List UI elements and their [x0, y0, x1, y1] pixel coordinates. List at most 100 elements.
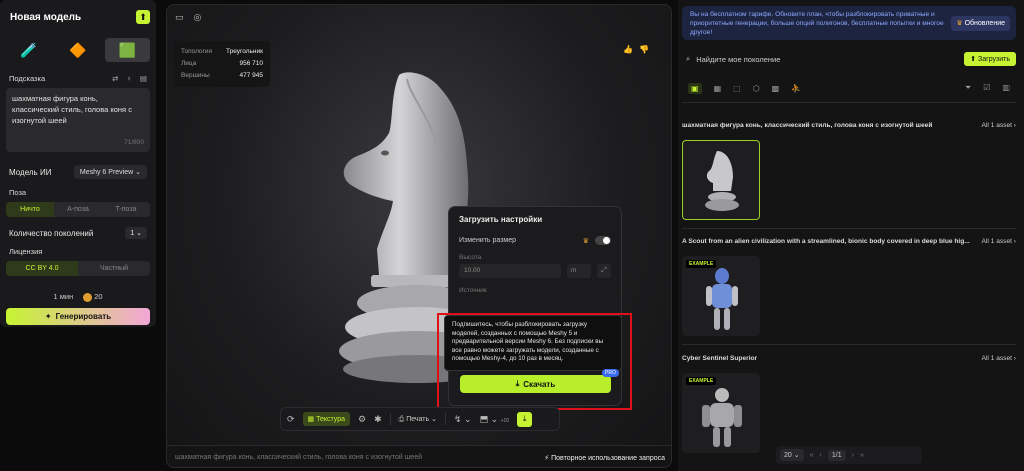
- highlight-box: [437, 313, 632, 410]
- shuffle-icon[interactable]: ⇄: [112, 74, 118, 83]
- grid-icon[interactable]: ▦: [714, 84, 722, 93]
- viewport[interactable]: ▭ ◎ Топология Треугольник Лица 956 710 Вер…: [166, 4, 672, 468]
- license-cc[interactable]: CC BY 4.0: [6, 261, 78, 276]
- rig-icon[interactable]: ✱: [374, 414, 382, 425]
- folder-icon[interactable]: ▣: [688, 82, 702, 94]
- resize-label: Изменить размер: [459, 237, 517, 244]
- export-icon[interactable]: ⬒ ⌄ +10: [480, 414, 510, 425]
- expand-icon[interactable]: ⤢: [597, 264, 611, 278]
- pose-segmented: Ничто A-поза T-поза: [6, 202, 150, 217]
- upload-icon: ⬆: [970, 56, 977, 63]
- book-icon[interactable]: ▤: [140, 74, 147, 83]
- upgrade-label: Обновление: [964, 20, 1005, 27]
- asset-thumbnail[interactable]: EXAMPLE: [682, 256, 760, 336]
- pose-label: Поза: [9, 187, 27, 197]
- model-select[interactable]: Meshy 6 Preview ⌄: [73, 165, 147, 179]
- bolt-icon: ⚡: [544, 454, 550, 462]
- globe-icon[interactable]: ◎: [194, 12, 202, 23]
- remesh-icon[interactable]: ↯ ⌄: [454, 414, 472, 425]
- banner-text: Вы на бесплатном тарифе. Обновите план, …: [690, 11, 944, 36]
- count-select[interactable]: 1 ⌄: [125, 227, 147, 239]
- app-root: Новая модель ⬆ 🧪 🔶 🟩 Подсказка ⇄ ♀ ▤ шахма…: [0, 0, 1024, 471]
- stat-key: Топология: [181, 48, 213, 55]
- select-icon[interactable]: ☑: [983, 83, 990, 93]
- thumbs-up-icon[interactable]: 👍: [623, 45, 639, 54]
- print-button[interactable]: ⎙ Печать ⌄: [399, 415, 437, 424]
- separator: [389, 413, 391, 425]
- pose-t[interactable]: T-поза: [102, 202, 150, 217]
- prev-page-icon[interactable]: ‹: [820, 452, 822, 459]
- prompt-label: Подсказка: [9, 73, 46, 83]
- mode-switcher: 🧪 🔶 🟩: [6, 38, 150, 62]
- bulb-icon[interactable]: ♀: [126, 74, 132, 83]
- credit-value: 20: [94, 292, 103, 301]
- reuse-label: Повторное использование запроса: [551, 454, 665, 462]
- filter-bar: ▣ ▦ ⬚ ⬡ ▩ ⛹ ⏷ ☑ ▥: [682, 80, 1016, 96]
- viewport-toolbar: ⟳ ▦ Текстура ⚙ ✱ ⎙ Печать ⌄ ↯ ⌄ ⬒ ⌄ +10 …: [280, 407, 560, 431]
- bottom-prompt: шахматная фигура конь, классический стил…: [175, 454, 422, 461]
- asset-count-label: All 1 asset: [981, 238, 1012, 245]
- upload-icon[interactable]: ⬆: [136, 10, 150, 24]
- pose-none[interactable]: Ничто: [6, 202, 54, 217]
- texture-icon[interactable]: ▩: [772, 84, 780, 93]
- shapes-icon: 🔶: [69, 41, 87, 58]
- pose-a[interactable]: A-поза: [54, 202, 102, 217]
- panel-title: Новая модель: [10, 11, 82, 23]
- search-placeholder: Найдите мое поколение: [696, 54, 781, 64]
- runner-icon[interactable]: ⛹: [791, 84, 801, 93]
- mode-text-to-3d[interactable]: 🧪: [6, 38, 51, 62]
- height-input[interactable]: 10.00: [459, 264, 561, 278]
- generate-button[interactable]: ✦ Генерировать: [6, 307, 150, 325]
- last-page-icon[interactable]: »: [860, 452, 864, 459]
- separator: [444, 413, 446, 425]
- unit-select[interactable]: m: [567, 264, 591, 278]
- generate-label: Генерировать: [55, 311, 112, 321]
- asset-thumbnail[interactable]: EXAMPLE: [682, 373, 760, 453]
- mode-multi[interactable]: 🟩: [104, 38, 150, 62]
- nodes-icon[interactable]: ⚙: [358, 414, 366, 425]
- search-input[interactable]: ⌕ Найдите мое поколение: [682, 54, 780, 64]
- generation-group: A Scout from an alien civilization with …: [682, 238, 1016, 345]
- resize-toggle[interactable]: [595, 236, 611, 245]
- per-page-select[interactable]: 20 ⌄: [780, 449, 804, 461]
- asset-thumbnail[interactable]: [682, 140, 760, 220]
- asset-count[interactable]: All 1 asset ›: [982, 122, 1016, 134]
- generation-title: Cyber Sentinel Superior: [682, 355, 758, 362]
- thumbs-down-icon[interactable]: 👎: [639, 45, 655, 54]
- prompt-text: шахматная фигура конь, классический стил…: [12, 94, 132, 125]
- layout-icon[interactable]: ▥: [1002, 83, 1010, 93]
- download-icon[interactable]: ⤓: [517, 411, 533, 427]
- stat-value: Треугольник: [226, 48, 263, 55]
- texture-button[interactable]: ▦ Текстура: [302, 412, 351, 426]
- stat-key: Вершины: [181, 72, 210, 79]
- generation-group: шахматная фигура конь, классический стил…: [682, 122, 1016, 229]
- refresh-icon[interactable]: ⟳: [287, 414, 295, 425]
- image-cube-icon[interactable]: ⬚: [733, 84, 741, 93]
- time-estimate: 1 мин: [53, 292, 74, 301]
- upload-button[interactable]: ⬆ Загрузить: [964, 52, 1016, 66]
- cube-outline-icon[interactable]: ⬡: [753, 84, 760, 93]
- asset-count[interactable]: All 1 asset ›: [982, 355, 1016, 367]
- asset-count[interactable]: All 1 asset ›: [982, 238, 1016, 250]
- mode-image-to-3d[interactable]: 🔶: [55, 38, 100, 62]
- reuse-prompt-button[interactable]: ⚡ Повторное использование запроса: [544, 454, 665, 462]
- prompt-input[interactable]: шахматная фигура конь, классический стил…: [6, 88, 150, 152]
- monitor-icon[interactable]: ▭: [175, 12, 184, 23]
- upgrade-button[interactable]: ♛ Обновление: [951, 16, 1010, 31]
- count-label: Количество поколений: [9, 228, 94, 238]
- upload-label: Загрузить: [978, 56, 1010, 63]
- model-label: Модель ИИ: [9, 167, 52, 177]
- next-page-icon[interactable]: ›: [852, 452, 854, 459]
- left-panel: Новая модель ⬆ 🧪 🔶 🟩 Подсказка ⇄ ♀ ▤ шахма…: [0, 0, 156, 327]
- license-private[interactable]: Частный: [78, 261, 150, 276]
- first-page-icon[interactable]: «: [810, 452, 814, 459]
- flask-icon: 🧪: [19, 41, 38, 58]
- knight-thumbnail: [705, 151, 739, 211]
- cube-icon: 🟩: [118, 41, 137, 58]
- filter-icon[interactable]: ⏷: [965, 83, 971, 93]
- generation-title: шахматная фигура конь, классический стил…: [682, 122, 933, 129]
- stat-value: 477 945: [239, 72, 264, 79]
- page-indicator: 1/1: [827, 449, 846, 461]
- sentinel-thumbnail: [702, 388, 742, 447]
- coin-icon: [83, 292, 93, 302]
